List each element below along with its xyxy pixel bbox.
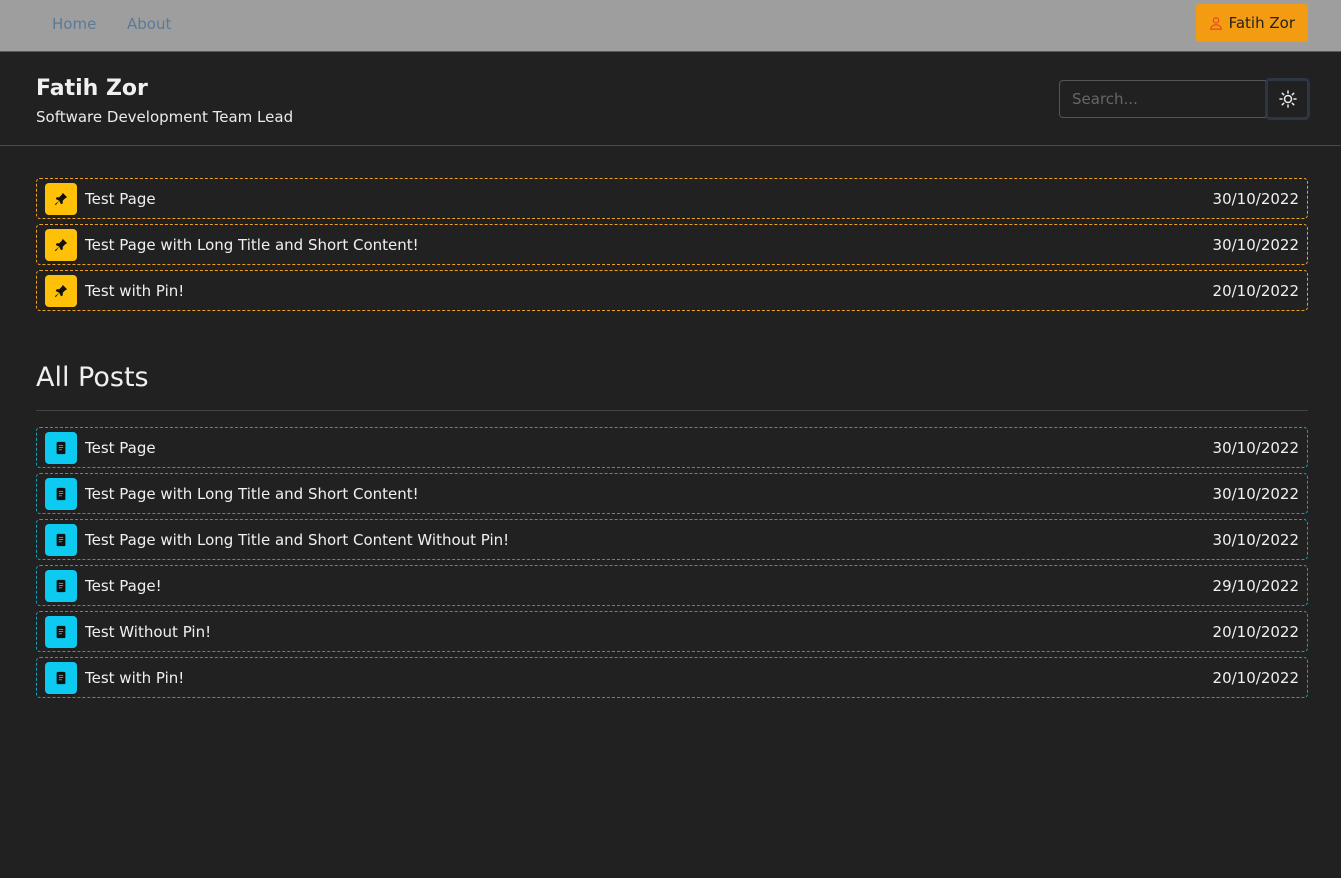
post-item[interactable]: Test with Pin! 20/10/2022 bbox=[36, 657, 1308, 698]
document-icon bbox=[45, 661, 77, 694]
post-date: 30/10/2022 bbox=[1212, 438, 1299, 457]
post-title: Test Page with Long Title and Short Cont… bbox=[85, 530, 510, 549]
post-date: 30/10/2022 bbox=[1212, 484, 1299, 503]
post-item[interactable]: Test Page 30/10/2022 bbox=[36, 178, 1308, 219]
post-title: Test Page bbox=[85, 189, 156, 208]
pin-icon bbox=[45, 228, 77, 261]
divider bbox=[36, 410, 1308, 411]
pin-icon bbox=[45, 182, 77, 215]
post-item[interactable]: Test with Pin! 20/10/2022 bbox=[36, 270, 1308, 311]
post-date: 30/10/2022 bbox=[1212, 189, 1299, 208]
pinned-posts-list: Test Page 30/10/2022 Test Page with Long T… bbox=[36, 178, 1308, 316]
site-header: Fatih Zor Software Development Team Lead bbox=[0, 52, 1341, 146]
post-item[interactable]: Test Page with Long Title and Short Cont… bbox=[36, 519, 1308, 560]
document-icon bbox=[45, 569, 77, 602]
post-item[interactable]: Test Without Pin! 20/10/2022 bbox=[36, 611, 1308, 652]
document-icon bbox=[45, 615, 77, 648]
post-title: Test Page bbox=[85, 438, 156, 457]
post-title: Test with Pin! bbox=[85, 668, 185, 687]
post-title: Test Page with Long Title and Short Cont… bbox=[85, 235, 419, 254]
post-item[interactable]: Test Page! 29/10/2022 bbox=[36, 565, 1308, 606]
post-date: 20/10/2022 bbox=[1212, 281, 1299, 300]
post-date: 29/10/2022 bbox=[1212, 576, 1299, 595]
post-title: Test Without Pin! bbox=[85, 622, 212, 641]
post-title: Test Page with Long Title and Short Cont… bbox=[85, 484, 419, 503]
document-icon bbox=[45, 477, 77, 510]
search-input[interactable] bbox=[1059, 80, 1266, 118]
theme-toggle-button[interactable] bbox=[1265, 78, 1310, 120]
nav-home-link[interactable]: Home bbox=[52, 15, 96, 33]
user-button[interactable]: Fatih Zor bbox=[1195, 4, 1308, 42]
pin-icon bbox=[45, 274, 77, 307]
post-date: 30/10/2022 bbox=[1212, 530, 1299, 549]
post-title: Test Page! bbox=[85, 576, 162, 595]
all-posts-list: Test Page 30/10/2022 Test Page with Long T… bbox=[36, 427, 1308, 703]
document-icon bbox=[45, 431, 77, 464]
post-item[interactable]: Test Page with Long Title and Short Cont… bbox=[36, 224, 1308, 265]
document-icon bbox=[45, 523, 77, 556]
nav-about-link[interactable]: About bbox=[127, 15, 171, 33]
post-item[interactable]: Test Page 30/10/2022 bbox=[36, 427, 1308, 468]
site-title: Fatih Zor bbox=[36, 76, 148, 101]
post-date: 20/10/2022 bbox=[1212, 668, 1299, 687]
user-button-label: Fatih Zor bbox=[1228, 14, 1295, 32]
sun-icon bbox=[1278, 90, 1297, 108]
user-icon bbox=[1209, 17, 1222, 30]
post-date: 30/10/2022 bbox=[1212, 235, 1299, 254]
site-subtitle: Software Development Team Lead bbox=[36, 108, 294, 126]
post-title: Test with Pin! bbox=[85, 281, 185, 300]
post-item[interactable]: Test Page with Long Title and Short Cont… bbox=[36, 473, 1308, 514]
all-posts-heading: All Posts bbox=[36, 362, 149, 393]
top-navbar: Home About Fatih Zor bbox=[0, 0, 1341, 52]
post-date: 20/10/2022 bbox=[1212, 622, 1299, 641]
